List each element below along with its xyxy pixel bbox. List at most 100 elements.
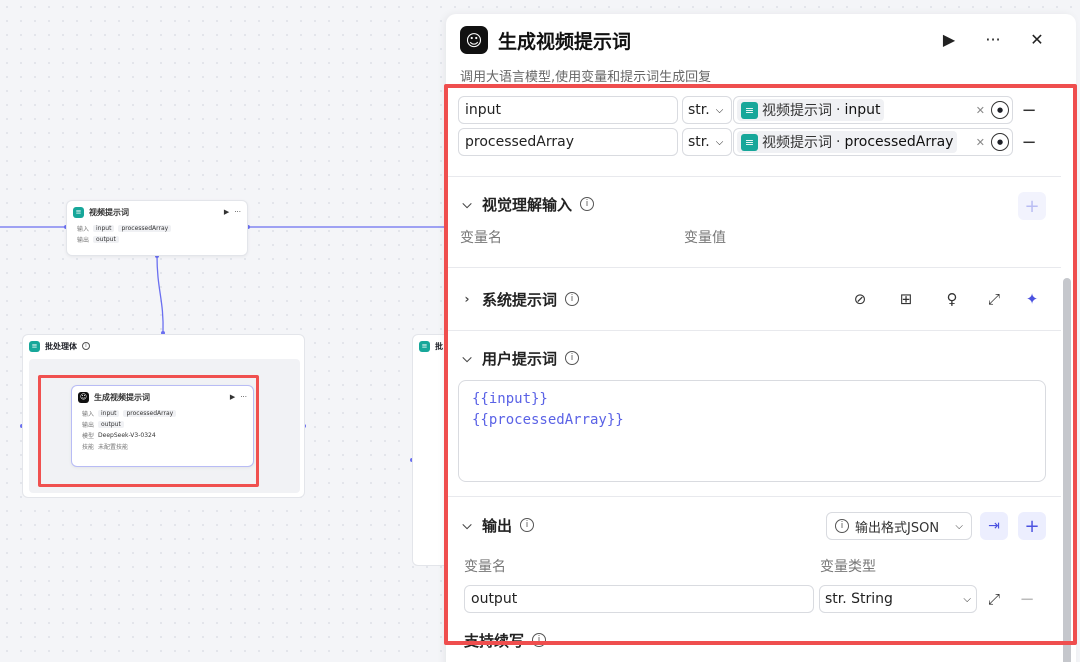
type-value: str. String — [825, 591, 893, 607]
target-icon[interactable]: ● — [991, 133, 1009, 151]
info-icon: i — [82, 342, 90, 350]
remove-var-button[interactable]: − — [1020, 128, 1038, 156]
chevron-down-icon: ⌵ — [955, 520, 963, 532]
group-title: 批 — [435, 341, 443, 351]
expand-icon[interactable]: ⤢ — [983, 588, 1005, 610]
chevron-down-icon: ⌵ — [462, 196, 472, 211]
library-icon[interactable]: ⊞ — [895, 288, 917, 310]
panel-description: 调用大语言模型,使用变量和提示词生成回复 — [460, 70, 712, 85]
import-button[interactable]: ⇥ — [980, 512, 1008, 540]
compass-icon[interactable]: ⊘ — [849, 288, 871, 310]
add-vision-var-button[interactable]: + — [1018, 192, 1046, 220]
col-var-value: 变量值 — [684, 230, 726, 246]
section-title: 视觉理解输入 — [482, 195, 573, 214]
info-icon: i — [532, 633, 547, 647]
target-icon[interactable]: ● — [991, 101, 1009, 119]
ref-separator: · — [836, 102, 841, 118]
section-output-header[interactable]: ⌵ 输出 i — [460, 513, 535, 537]
section-system-prompt-header[interactable]: › 系统提示词 i — [460, 287, 580, 311]
col-var-name: 变量名 — [460, 230, 502, 246]
layers-icon: ≡ — [741, 101, 758, 119]
info-icon: i — [565, 351, 580, 365]
input-var-row: input str. ⌵ ≡ 视频提示词 · input ✕ ● − — [458, 96, 1048, 124]
input-chip: processedArray — [118, 225, 172, 232]
col-var-type: 变量类型 — [820, 559, 876, 575]
input-var-row: processedArray str. ⌵ ≡ 视频提示词 · processed… — [458, 128, 1048, 156]
ref-var-name: input — [844, 102, 881, 118]
input-chip: input — [93, 225, 115, 232]
output-var-type-select[interactable]: str. String ⌵ — [819, 585, 977, 613]
divider — [446, 176, 1061, 177]
add-output-button[interactable]: + — [1018, 512, 1046, 540]
group-title: 批处理体 — [45, 341, 77, 351]
bot-logo-icon: ☺ — [460, 26, 488, 54]
section-vision-header[interactable]: ⌵ 视觉理解输入 i — [460, 192, 595, 216]
reference-chip: ≡ 视频提示词 · processedArray — [737, 131, 958, 153]
var-name-input[interactable]: processedArray — [458, 128, 678, 156]
var-type-select[interactable]: str. ⌵ — [682, 96, 732, 124]
highlight-box-node — [38, 375, 259, 487]
reference-chip: ≡ 视频提示词 · input — [737, 99, 885, 121]
section-title: 系统提示词 — [482, 290, 558, 309]
node-inputs-row: 输入 input processedArray — [67, 223, 247, 234]
layers-icon: ≡ — [73, 206, 84, 218]
chevron-down-icon: ⌵ — [963, 593, 971, 605]
prompt-line: {{processedArray}} — [472, 412, 624, 428]
node-video-prompt[interactable]: ≡ 视频提示词 ▶ ··· 输入 input processedArray 输出… — [66, 200, 248, 256]
inputs-label: 输入 — [77, 226, 90, 233]
chevron-down-icon: ⌵ — [462, 350, 472, 365]
panel-scroll-area[interactable]: input str. ⌵ ≡ 视频提示词 · input ✕ ● − proces… — [446, 90, 1076, 662]
output-var-name-input[interactable]: output — [464, 585, 814, 613]
more-button[interactable]: ··· — [982, 28, 1004, 50]
node-settings-panel: ☺ 生成视频提示词 ▶ ··· ✕ 调用大语言模型,使用变量和提示词生成回复 i… — [446, 14, 1076, 662]
group-header: ≡ 批处理体 i — [23, 335, 304, 357]
info-icon: i — [580, 197, 595, 211]
panel-title: 生成视频提示词 — [498, 30, 632, 53]
col-var-name: 变量名 — [464, 559, 506, 575]
ref-separator: · — [836, 134, 841, 150]
divider — [446, 267, 1061, 268]
panel-actions: ▶ ··· ✕ — [938, 28, 1048, 50]
info-icon: i — [520, 518, 535, 532]
type-value: str. — [688, 102, 710, 118]
section-title: 用户提示词 — [482, 349, 558, 368]
var-reference-input[interactable]: ≡ 视频提示词 · input ✕ ● — [733, 96, 1013, 124]
user-prompt-editor[interactable]: {{input}} {{processedArray}} — [458, 380, 1046, 482]
more-icon[interactable]: ··· — [234, 208, 241, 216]
var-name-input[interactable]: input — [458, 96, 678, 124]
node-outputs-row: 输出 output — [67, 234, 247, 245]
section-user-prompt-header[interactable]: ⌵ 用户提示词 i — [460, 346, 580, 370]
panel-scrollbar[interactable] — [1063, 278, 1071, 662]
remove-var-button[interactable]: − — [1020, 96, 1038, 124]
prompt-line: {{input}} — [472, 391, 548, 407]
var-type-select[interactable]: str. ⌵ — [682, 128, 732, 156]
expand-icon[interactable]: ⤢ — [983, 288, 1005, 310]
node-header: ≡ 视频提示词 ▶ ··· — [67, 201, 247, 223]
outputs-label: 输出 — [77, 237, 90, 244]
output-format-select[interactable]: i 输出格式JSON ⌵ — [826, 512, 972, 540]
ref-var-name: processedArray — [844, 134, 954, 150]
ref-node-name: 视频提示词 — [762, 135, 832, 151]
lightbulb-icon[interactable]: ♀ — [941, 288, 963, 310]
var-reference-input[interactable]: ≡ 视频提示词 · processedArray ✕ ● — [733, 128, 1013, 156]
sparkle-icon[interactable]: ✦ — [1021, 288, 1043, 310]
section-continuation-header[interactable]: 支持续写 i — [464, 628, 547, 652]
chevron-down-icon: ⌵ — [715, 104, 724, 116]
info-icon: i — [565, 292, 580, 306]
play-icon[interactable]: ▶ — [224, 208, 229, 216]
clear-icon[interactable]: ✕ — [976, 104, 985, 117]
clear-icon[interactable]: ✕ — [976, 136, 985, 149]
divider — [446, 496, 1061, 497]
divider — [446, 330, 1061, 331]
remove-output-button[interactable]: − — [1018, 585, 1036, 613]
chevron-right-icon: › — [464, 292, 470, 306]
chevron-down-icon: ⌵ — [462, 517, 472, 532]
node-title: 视频提示词 — [89, 207, 129, 217]
layers-icon: ≡ — [29, 340, 40, 352]
ref-node-name: 视频提示词 — [762, 103, 832, 119]
section-title: 输出 — [482, 516, 513, 535]
close-button[interactable]: ✕ — [1026, 28, 1048, 50]
run-button[interactable]: ▶ — [938, 28, 960, 50]
layers-icon: ≡ — [741, 133, 758, 151]
type-value: str. — [688, 134, 710, 150]
